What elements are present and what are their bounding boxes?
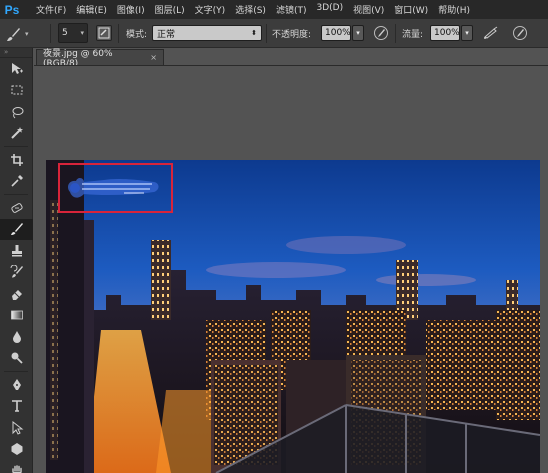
menu-type[interactable]: 文字(Y) bbox=[195, 3, 226, 16]
mode-label: 模式: bbox=[126, 30, 148, 40]
opacity-input[interactable]: 100% bbox=[321, 25, 351, 41]
pressure-pen-icon bbox=[374, 26, 388, 40]
history-brush-tool-icon[interactable] bbox=[0, 262, 33, 284]
menu-bar: Ps 文件(F) 编辑(E) 图像(I) 图层(L) 文字(Y) 选择(S) 滤… bbox=[0, 0, 548, 19]
menu-help[interactable]: 帮助(H) bbox=[438, 3, 470, 16]
brush-size-picker[interactable]: 5 ▾ bbox=[58, 23, 88, 43]
divider bbox=[266, 24, 267, 43]
brush-size-value: 5 bbox=[62, 28, 68, 38]
lasso-tool-icon[interactable] bbox=[0, 101, 33, 123]
document-tab[interactable]: 夜景.jpg @ 60%(RGB/8) × bbox=[36, 49, 164, 69]
chevron-down-icon: ▾ bbox=[356, 29, 360, 37]
brush-icon bbox=[7, 27, 20, 41]
healing-brush-tool-icon[interactable] bbox=[0, 197, 33, 219]
chevron-down-icon: ▾ bbox=[465, 29, 469, 37]
menu-edit[interactable]: 编辑(E) bbox=[76, 3, 107, 16]
menu-layer[interactable]: 图层(L) bbox=[155, 3, 185, 16]
blend-mode-select[interactable]: 正常 ⬍ bbox=[152, 25, 262, 41]
flow-dropdown-button[interactable]: ▾ bbox=[461, 25, 473, 41]
marquee-tool-icon[interactable] bbox=[0, 80, 33, 102]
menu-filter[interactable]: 滤镜(T) bbox=[276, 3, 307, 16]
opacity-label: 不透明度: bbox=[272, 30, 312, 40]
toolbar-collapse-grip[interactable]: » bbox=[0, 48, 32, 58]
chevron-down-icon: ▾ bbox=[25, 29, 29, 38]
pen-tool-icon[interactable] bbox=[0, 374, 33, 396]
menu-view[interactable]: 视图(V) bbox=[353, 3, 384, 16]
blend-mode-value: 正常 bbox=[157, 29, 176, 40]
brush-tool-icon[interactable] bbox=[0, 218, 33, 240]
brush-panel-icon bbox=[98, 27, 110, 39]
watermark-logo bbox=[68, 178, 159, 198]
move-tool-icon[interactable] bbox=[0, 58, 33, 80]
dodge-tool-icon[interactable] bbox=[0, 348, 33, 370]
hand-tool-icon[interactable] bbox=[0, 460, 33, 473]
chevron-down-icon: ▾ bbox=[80, 29, 84, 37]
shape-tool-icon[interactable] bbox=[0, 439, 33, 461]
gradient-tool-icon[interactable] bbox=[0, 305, 33, 327]
path-selection-tool-icon[interactable] bbox=[0, 417, 33, 439]
divider bbox=[50, 24, 51, 43]
tool-preset-picker[interactable]: ▾ bbox=[6, 19, 46, 48]
divider bbox=[4, 371, 28, 372]
options-bar: ▾ 5 ▾ 模式: 正常 ⬍ 不透明度: 100% ▾ 流量: 100% ▾ bbox=[0, 19, 548, 48]
menu-image[interactable]: 图像(I) bbox=[117, 3, 145, 16]
clone-stamp-tool-icon[interactable] bbox=[0, 240, 33, 262]
eraser-tool-icon[interactable] bbox=[0, 283, 33, 305]
chevron-updown-icon: ⬍ bbox=[251, 29, 257, 37]
magic-wand-tool-icon[interactable] bbox=[0, 123, 33, 145]
menu-3d[interactable]: 3D(D) bbox=[316, 3, 343, 16]
airbrush-icon bbox=[484, 26, 498, 39]
photoshop-logo: Ps bbox=[4, 2, 20, 17]
menu-file[interactable]: 文件(F) bbox=[36, 3, 66, 16]
opacity-dropdown-button[interactable]: ▾ bbox=[352, 25, 364, 41]
tools-panel: » bbox=[0, 48, 33, 473]
blur-tool-icon[interactable] bbox=[0, 326, 33, 348]
pressure-size-button[interactable] bbox=[512, 25, 528, 41]
menu-window[interactable]: 窗口(W) bbox=[394, 3, 428, 16]
divider bbox=[118, 24, 119, 43]
divider bbox=[395, 24, 396, 43]
close-icon[interactable]: × bbox=[150, 53, 157, 62]
menu-select[interactable]: 选择(S) bbox=[235, 3, 266, 16]
divider bbox=[4, 146, 28, 147]
flow-input[interactable]: 100% bbox=[430, 25, 460, 41]
flow-label: 流量: bbox=[402, 30, 424, 40]
divider bbox=[4, 194, 28, 195]
brush-panel-toggle-button[interactable] bbox=[96, 25, 112, 41]
airbrush-button[interactable] bbox=[482, 25, 500, 41]
menu-items: 文件(F) 编辑(E) 图像(I) 图层(L) 文字(Y) 选择(S) 滤镜(T… bbox=[36, 3, 480, 16]
crop-tool-icon[interactable] bbox=[0, 149, 33, 171]
pressure-pen-icon bbox=[513, 26, 527, 40]
type-tool-icon[interactable] bbox=[0, 396, 33, 418]
pressure-opacity-button[interactable] bbox=[373, 25, 389, 41]
eyedropper-tool-icon[interactable] bbox=[0, 171, 33, 193]
